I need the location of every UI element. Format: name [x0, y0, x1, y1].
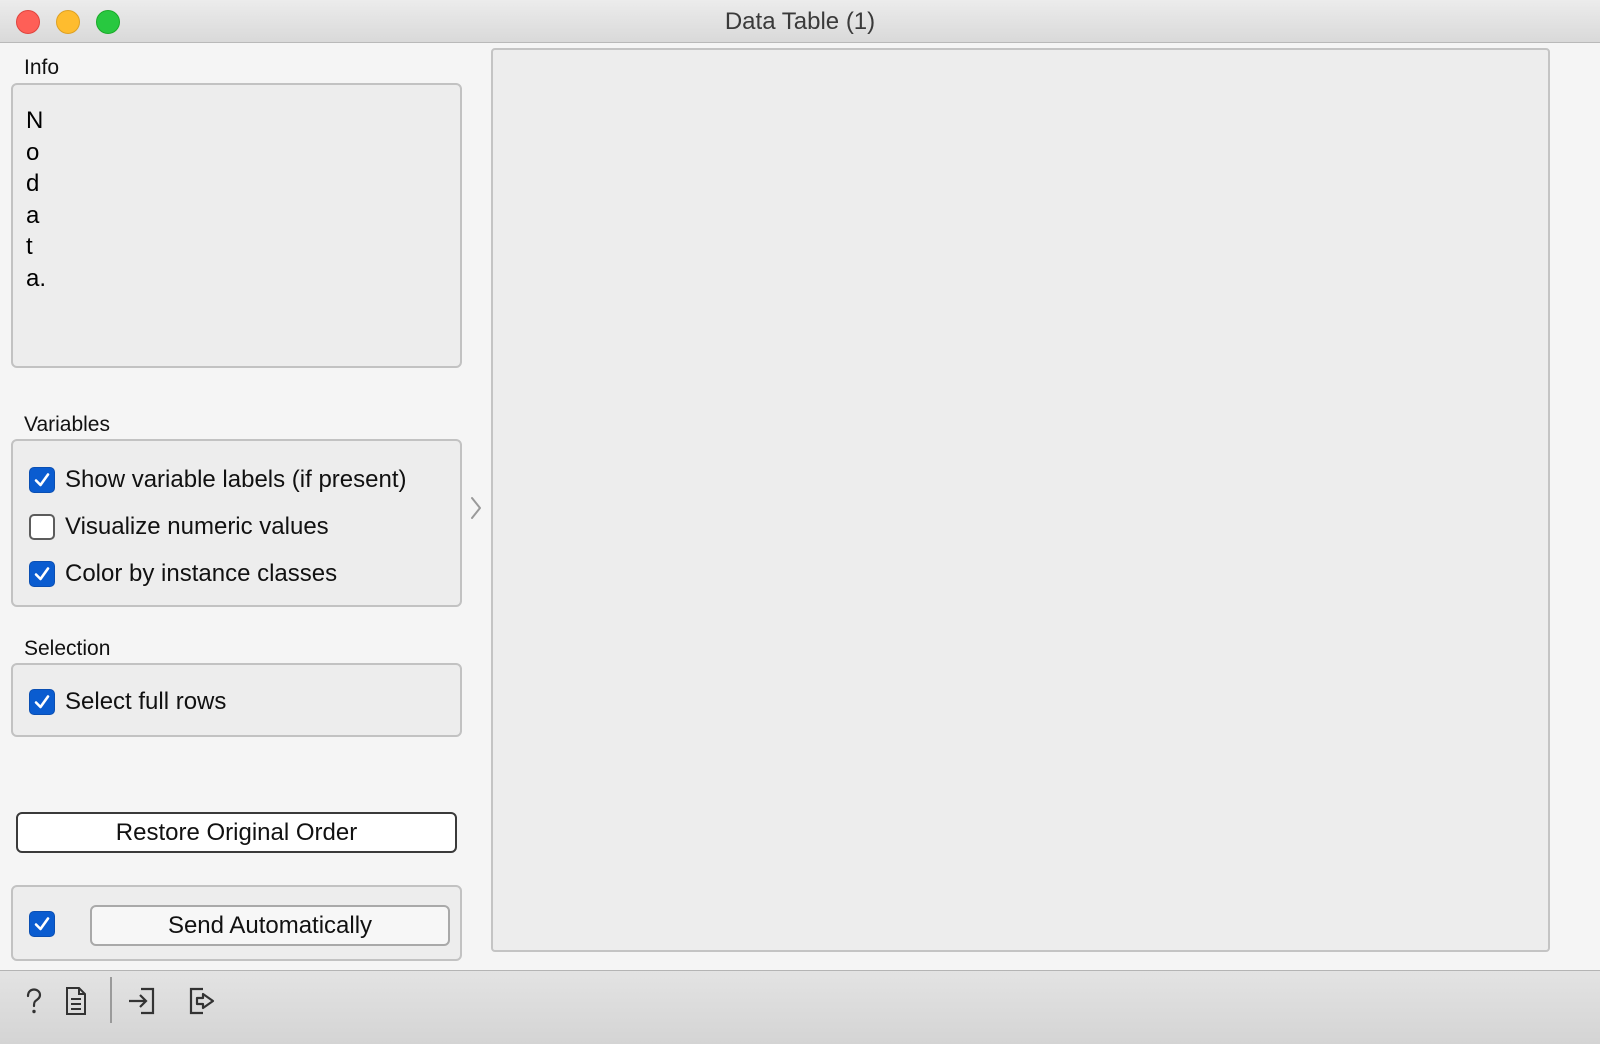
window-title: Data Table (1)	[724, 8, 876, 35]
data-table-view[interactable]	[491, 48, 1550, 952]
status-bar-divider	[110, 977, 112, 1023]
color-by-class-option[interactable]: Color by instance classes	[29, 559, 337, 589]
title-bar[interactable]: Data Table (1)	[0, 0, 1600, 43]
checkmark-icon	[34, 695, 50, 709]
send-auto-option[interactable]	[29, 909, 65, 939]
selection-section-label: Selection	[24, 637, 111, 660]
send-automatically-button[interactable]: Send Automatically	[90, 905, 450, 946]
collapse-panel-chevron-icon[interactable]	[468, 494, 484, 522]
show-variable-labels-option[interactable]: Show variable labels (if present)	[29, 465, 407, 495]
help-icon[interactable]	[18, 985, 50, 1017]
visualize-numeric-label: Visualize numeric values	[65, 513, 329, 540]
restore-original-order-button[interactable]: Restore Original Order	[16, 812, 457, 853]
visualize-numeric-option[interactable]: Visualize numeric values	[29, 512, 329, 542]
info-section-label: Info	[24, 56, 60, 79]
selection-box: Select full rows	[11, 663, 462, 737]
checkmark-icon	[34, 917, 50, 931]
send-automatically-checkbox[interactable]	[29, 911, 55, 937]
checkmark-icon	[34, 567, 50, 581]
report-icon[interactable]	[60, 985, 92, 1017]
output-icon[interactable]	[186, 985, 218, 1017]
status-bar	[0, 970, 1600, 1044]
info-text: No data.	[26, 107, 47, 292]
variables-section-label: Variables	[24, 413, 110, 436]
checkmark-icon	[34, 473, 50, 487]
show-variable-labels-checkbox[interactable]	[29, 467, 55, 493]
select-full-rows-checkbox[interactable]	[29, 689, 55, 715]
color-by-class-checkbox[interactable]	[29, 561, 55, 587]
input-icon[interactable]	[126, 985, 158, 1017]
window: Data Table (1) Info No data. Variables S…	[0, 0, 1600, 1044]
select-full-rows-option[interactable]: Select full rows	[29, 687, 226, 717]
show-variable-labels-label: Show variable labels (if present)	[65, 466, 407, 493]
variables-box: Show variable labels (if present) Visual…	[11, 439, 462, 607]
color-by-class-label: Color by instance classes	[65, 560, 338, 587]
visualize-numeric-checkbox[interactable]	[29, 514, 55, 540]
select-full-rows-label: Select full rows	[65, 688, 227, 715]
send-box: Send Automatically	[11, 885, 462, 961]
info-box: No data.	[11, 83, 462, 368]
